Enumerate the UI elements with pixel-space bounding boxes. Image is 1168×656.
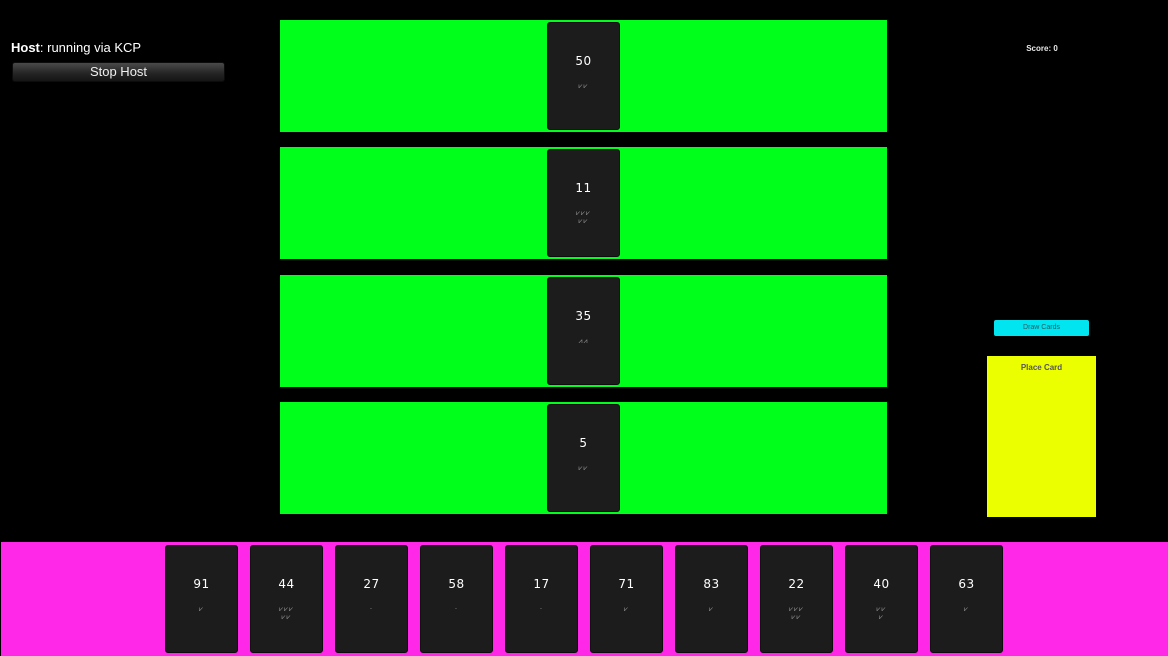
bull-heads-icon: · <box>369 605 374 613</box>
score-label: Score: 0 <box>1026 44 1058 53</box>
bull-heads-icon: · <box>539 605 544 613</box>
table-row-1[interactable]: 50 ⩗⩗ <box>280 20 887 132</box>
stop-host-button[interactable]: Stop Host <box>12 62 225 82</box>
card-value: 44 <box>278 577 295 591</box>
hand-card[interactable]: 22 ⩗⩗⩗ ⩗⩗ <box>760 545 833 653</box>
hand-card[interactable]: 44 ⩗⩗⩗ ⩗⩗ <box>250 545 323 653</box>
bull-heads-icon: ⩗ <box>709 605 714 613</box>
place-card-zone[interactable]: Place Card <box>987 356 1096 517</box>
draw-cards-button[interactable]: Draw Cards <box>994 320 1089 336</box>
bull-heads-icon: ⩗⩗ <box>578 82 589 90</box>
row-4-card: 5 ⩗⩗ <box>547 404 620 512</box>
bull-heads-icon: ⩗⩗⩗ ⩗⩗ <box>789 605 804 621</box>
card-value: 40 <box>873 577 890 591</box>
card-value: 83 <box>703 577 720 591</box>
game-screen: Host: running via KCP Stop Host 50 ⩗⩗ 11… <box>0 0 1168 656</box>
card-value: 35 <box>575 309 592 323</box>
card-value: 71 <box>618 577 635 591</box>
row-3-card: 35 ⩘⩘ <box>547 277 620 385</box>
bull-heads-icon: ⩗⩗ ⩗ <box>876 605 887 621</box>
bull-heads-icon: ⩗ <box>964 605 969 613</box>
row-1-card: 50 ⩗⩗ <box>547 22 620 130</box>
bull-heads-icon: ⩗⩗ <box>578 464 589 472</box>
card-value: 58 <box>448 577 465 591</box>
host-status: Host: running via KCP <box>11 40 141 55</box>
card-value: 22 <box>788 577 805 591</box>
bull-heads-icon: ⩗⩗⩗ ⩗⩗ <box>279 605 294 621</box>
host-status-text: : running via KCP <box>39 40 142 55</box>
card-value: 91 <box>193 577 210 591</box>
hand-card[interactable]: 27 · <box>335 545 408 653</box>
card-value: 17 <box>533 577 550 591</box>
table-row-2[interactable]: 11 ⩗⩗⩗ ⩗⩗ <box>280 147 887 259</box>
hand-card[interactable]: 58 · <box>420 545 493 653</box>
table-row-4[interactable]: 5 ⩗⩗ <box>280 402 887 514</box>
hand-card[interactable]: 63 ⩗ <box>930 545 1003 653</box>
bull-heads-icon: ⩗⩗⩗ ⩗⩗ <box>576 209 591 225</box>
hand-card[interactable]: 71 ⩗ <box>590 545 663 653</box>
card-value: 27 <box>363 577 380 591</box>
row-2-card: 11 ⩗⩗⩗ ⩗⩗ <box>547 149 620 257</box>
card-value: 5 <box>579 436 588 450</box>
card-value: 50 <box>575 54 592 68</box>
bull-heads-icon: · <box>454 605 459 613</box>
host-label: Host <box>11 40 40 55</box>
card-value: 11 <box>575 181 592 195</box>
table-row-3[interactable]: 35 ⩘⩘ <box>280 275 887 387</box>
hand-card[interactable]: 83 ⩗ <box>675 545 748 653</box>
player-hand: 91 ⩗ 44 ⩗⩗⩗ ⩗⩗ 27 · 58 · 17 · 71 ⩗ 83 ⩗ … <box>1 542 1168 656</box>
bull-heads-icon: ⩗ <box>199 605 204 613</box>
bull-heads-icon: ⩘⩘ <box>578 337 589 345</box>
card-value: 63 <box>958 577 975 591</box>
hand-card[interactable]: 91 ⩗ <box>165 545 238 653</box>
place-card-label: Place Card <box>1020 363 1063 372</box>
hand-card[interactable]: 40 ⩗⩗ ⩗ <box>845 545 918 653</box>
hand-card[interactable]: 17 · <box>505 545 578 653</box>
bull-heads-icon: ⩗ <box>624 605 629 613</box>
